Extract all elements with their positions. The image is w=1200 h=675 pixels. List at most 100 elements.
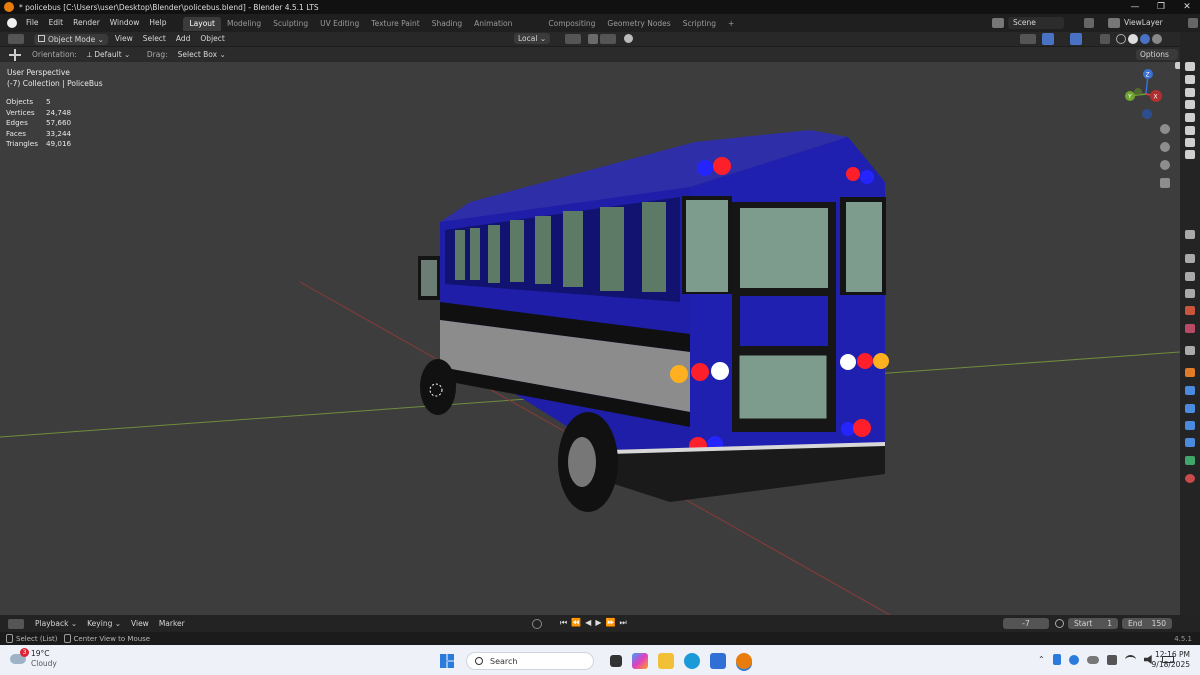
perspective-toggle-icon[interactable]: [1160, 178, 1170, 188]
weather-widget[interactable]: 3 19°C Cloudy: [10, 648, 57, 669]
camera-visibility-icon[interactable]: [1185, 62, 1195, 71]
options-dropdown[interactable]: Options ⌄: [1136, 49, 1178, 70]
camera-visibility-icon[interactable]: [1185, 88, 1195, 97]
data-properties-icon[interactable]: [1185, 456, 1195, 465]
edge-icon[interactable]: [684, 653, 700, 669]
search-box[interactable]: Search: [466, 652, 594, 670]
copilot-icon[interactable]: [632, 653, 648, 669]
camera-visibility-icon[interactable]: [1185, 75, 1195, 84]
proportional-edit-icon[interactable]: [624, 34, 633, 43]
menu-file[interactable]: File: [21, 14, 44, 32]
render-properties-icon[interactable]: [1185, 254, 1195, 263]
pivot-dropdown[interactable]: Local ⌄: [514, 33, 551, 44]
tab-layout[interactable]: Layout: [183, 17, 221, 31]
menu-help[interactable]: Help: [144, 14, 171, 32]
tab-animation[interactable]: Animation: [468, 17, 518, 31]
menu-add[interactable]: Add: [171, 32, 196, 46]
tray-app-icon[interactable]: [1106, 654, 1117, 665]
menu-view[interactable]: View: [110, 32, 138, 46]
visibility-icon[interactable]: [1020, 34, 1036, 44]
jump-end-icon[interactable]: ⏭: [619, 618, 626, 628]
menu-render[interactable]: Render: [68, 14, 105, 32]
maximize-button[interactable]: ❐: [1148, 0, 1174, 14]
snap-toggle-icon[interactable]: [588, 34, 598, 44]
viewport-scene[interactable]: [0, 62, 1180, 615]
constraints-properties-icon[interactable]: [1185, 438, 1195, 447]
clock-time[interactable]: 12:16 PM: [1148, 650, 1190, 660]
physics-properties-icon[interactable]: [1185, 421, 1195, 430]
tab-uv-editing[interactable]: UV Editing: [314, 17, 365, 31]
bluetooth-icon[interactable]: [1052, 654, 1061, 665]
drag-dropdown[interactable]: Select Box ⌄: [173, 48, 231, 62]
timeline-editor-icon[interactable]: [8, 618, 24, 629]
prev-keyframe-icon[interactable]: ⏪: [571, 618, 581, 628]
modifier-properties-icon[interactable]: [1185, 386, 1195, 395]
windows-start-icon[interactable]: [440, 654, 454, 668]
gizmo-toggle-icon[interactable]: [1042, 33, 1054, 45]
particles-properties-icon[interactable]: [1185, 404, 1195, 413]
end-frame-field[interactable]: End 150: [1122, 618, 1172, 629]
tab-compositing[interactable]: Compositing: [542, 17, 601, 31]
overlay-toggle-icon[interactable]: [1070, 33, 1082, 45]
new-scene-icon[interactable]: [1084, 18, 1094, 28]
clock-date[interactable]: 9/18/2025: [1148, 660, 1190, 670]
3d-viewport[interactable]: User Perspective (-7) Collection | Polic…: [0, 62, 1180, 615]
shading-solid-icon[interactable]: [1128, 34, 1138, 44]
move-tool-icon[interactable]: [9, 48, 21, 61]
menu-keying[interactable]: Keying ⌄: [82, 617, 126, 631]
mode-dropdown[interactable]: Object Mode ⌄: [34, 33, 108, 45]
menu-select[interactable]: Select: [138, 32, 171, 46]
menu-timeline-view[interactable]: View: [126, 617, 154, 631]
world-properties-icon[interactable]: [1185, 324, 1195, 333]
snap-icon[interactable]: [565, 34, 581, 44]
tab-sculpting[interactable]: Sculpting: [267, 17, 314, 31]
menu-object[interactable]: Object: [195, 32, 229, 46]
tab-geometry-nodes[interactable]: Geometry Nodes: [601, 17, 676, 31]
view-layer-field[interactable]: ViewLayer: [1124, 17, 1174, 29]
file-explorer-icon[interactable]: [658, 653, 674, 669]
pan-hand-icon[interactable]: [1160, 142, 1170, 152]
blender-taskbar-icon[interactable]: [736, 653, 752, 669]
settings-tray-icon[interactable]: [1068, 654, 1079, 665]
menu-playback[interactable]: Playback ⌄: [30, 617, 82, 631]
scene-field[interactable]: Scene: [1008, 17, 1064, 29]
camera-visibility-icon[interactable]: [1185, 126, 1195, 135]
menu-edit[interactable]: Edit: [44, 14, 69, 32]
view-layer-properties-icon[interactable]: [1185, 289, 1195, 298]
collection-properties-icon[interactable]: [1185, 346, 1195, 355]
object-properties-icon[interactable]: [1185, 368, 1195, 377]
next-keyframe-icon[interactable]: ⏩: [605, 618, 615, 628]
add-workspace-button[interactable]: +: [722, 17, 740, 31]
snap-settings-icon[interactable]: [600, 34, 616, 44]
camera-visibility-icon[interactable]: [1185, 150, 1195, 159]
editor-type-icon[interactable]: [8, 34, 24, 44]
play-reverse-icon[interactable]: ◀: [585, 618, 591, 628]
tab-modeling[interactable]: Modeling: [221, 17, 267, 31]
police-bus-model[interactable]: [418, 130, 889, 512]
jump-start-icon[interactable]: ⏮: [560, 618, 567, 628]
chevron-up-icon[interactable]: ⌃: [1038, 655, 1045, 664]
xray-toggle-icon[interactable]: [1100, 34, 1110, 44]
shading-wireframe-icon[interactable]: [1116, 34, 1126, 44]
menu-window[interactable]: Window: [105, 14, 145, 32]
task-view-icon[interactable]: [610, 655, 622, 667]
start-frame-field[interactable]: Start 1: [1068, 618, 1118, 629]
shading-rendered-icon[interactable]: [1152, 34, 1162, 44]
onedrive-icon[interactable]: [1086, 655, 1099, 664]
play-icon[interactable]: ▶: [595, 618, 601, 628]
camera-visibility-icon[interactable]: [1185, 100, 1195, 109]
current-frame-field[interactable]: -7: [1003, 618, 1049, 629]
tool-properties-icon[interactable]: [1185, 230, 1195, 239]
navigation-gizmo[interactable]: Z Y X: [1120, 68, 1172, 120]
tab-scripting[interactable]: Scripting: [677, 17, 722, 31]
shading-material-icon[interactable]: [1140, 34, 1150, 44]
zoom-icon[interactable]: [1160, 124, 1170, 134]
output-properties-icon[interactable]: [1185, 272, 1195, 281]
new-view-layer-icon[interactable]: [1188, 18, 1198, 28]
blender-menu-icon[interactable]: [7, 18, 17, 28]
tab-texture-paint[interactable]: Texture Paint: [365, 17, 425, 31]
orientation-dropdown[interactable]: ⟂ Default ⌄: [82, 48, 142, 62]
camera-view-icon[interactable]: [1160, 160, 1170, 170]
preview-range-icon[interactable]: [1055, 619, 1064, 628]
auto-keying-icon[interactable]: [532, 619, 542, 629]
